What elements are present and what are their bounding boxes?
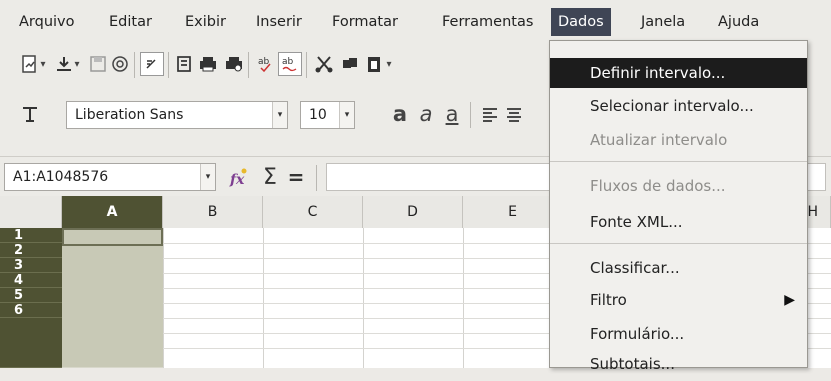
chevron-down-icon[interactable]: ▾ [200,164,215,190]
toolbar-separator [306,52,307,78]
menu-selecionar-intervalo[interactable]: Selecionar intervalo... [550,89,807,123]
menu-dados[interactable]: Dados [551,8,611,36]
font-name-combo[interactable]: Liberation Sans ▾ [66,101,288,129]
underline-icon[interactable]: a [440,102,464,126]
row-header-overflow [0,318,62,368]
print-icon[interactable] [196,52,220,76]
svg-text:ab: ab [282,57,294,67]
menu-filtro[interactable]: Filtro ▶ [550,283,807,317]
grid-line [263,228,264,368]
menu-subtotais[interactable]: Subtotais... [550,347,807,381]
column-header-b[interactable]: B [163,196,263,228]
row-header-3[interactable]: 3 [0,258,62,273]
menu-separator [550,243,807,244]
name-box[interactable]: A1:A1048576 ▾ [4,163,216,191]
menu-definir-intervalo[interactable]: Definir intervalo... [550,58,807,88]
menu-inserir[interactable]: Inserir [252,11,306,33]
dados-menu: Definir intervalo... Selecionar interval… [549,40,808,373]
menu-atualizar-intervalo[interactable]: Atualizar intervalo [550,123,807,157]
chevron-down-icon[interactable]: ▾ [272,102,287,128]
equals-icon[interactable]: = [284,165,308,189]
submenu-arrow-icon: ▶ [784,292,795,308]
select-all-corner[interactable] [0,196,62,228]
selected-column-a[interactable] [62,246,163,368]
grid-line [363,228,364,368]
toolbar-separator [168,52,169,78]
menu-fonte-xml[interactable]: Fonte XML... [550,205,807,239]
toolbar-separator [316,165,317,191]
print-preview-icon[interactable] [222,52,246,76]
chevron-down-icon[interactable]: ▾ [339,102,354,128]
italic-icon[interactable]: a [414,102,438,126]
column-header-a[interactable]: A [62,196,163,228]
menu-exibir[interactable]: Exibir [181,11,230,33]
align-center-icon[interactable] [502,102,526,126]
auto-spellcheck-icon[interactable]: ab [278,52,302,76]
menu-separator [550,161,807,162]
copy-icon[interactable] [338,52,362,76]
new-dropdown-icon[interactable]: ▾ [38,52,48,76]
menu-ajuda[interactable]: Ajuda [714,11,763,33]
column-header-e[interactable]: E [463,196,563,228]
toolbar-separator [134,52,135,78]
export-pdf-icon[interactable] [172,52,196,76]
font-size-combo[interactable]: 10 ▾ [300,101,355,129]
styles-icon[interactable] [18,102,42,126]
grid-line [163,228,164,368]
bold-icon[interactable]: a [388,102,412,126]
font-name-value: Liberation Sans [75,107,184,123]
grid-line [463,228,464,368]
paste-icon[interactable] [362,52,386,76]
row-header-5[interactable]: 5 [0,288,62,303]
email-icon[interactable] [108,52,132,76]
edit-mode-icon[interactable] [140,52,164,76]
open-dropdown-icon[interactable]: ▾ [72,52,82,76]
row-header-1[interactable]: 1 [0,228,62,243]
toolbar-separator [470,102,471,128]
column-header-c[interactable]: C [263,196,363,228]
svg-text:fx: fx [229,172,245,188]
toolbar-separator [248,52,249,78]
menu-janela[interactable]: Janela [637,11,689,33]
column-header-d[interactable]: D [363,196,463,228]
cut-icon[interactable] [312,52,336,76]
menu-formulario[interactable]: Formulário... [550,317,807,351]
row-header-6[interactable]: 6 [0,303,62,318]
row-header-4[interactable]: 4 [0,273,62,288]
function-wizard-icon[interactable]: fx [228,165,252,189]
menu-formatar[interactable]: Formatar [328,11,402,33]
cell-a1[interactable] [62,228,163,246]
save-icon[interactable] [86,52,110,76]
menu-arquivo[interactable]: Arquivo [15,11,79,33]
spelling-icon[interactable]: ab [254,52,278,76]
sum-icon[interactable]: Σ [258,165,282,190]
align-left-icon[interactable] [478,102,502,126]
font-size-value: 10 [309,107,327,123]
menu-fluxos-de-dados[interactable]: Fluxos de dados... [550,169,807,203]
menu-filtro-label: Filtro [590,291,627,309]
paste-dropdown-icon[interactable]: ▾ [384,52,394,76]
menu-bar: Arquivo Editar Exibir Inserir Formatar F… [0,0,831,42]
menu-ferramentas[interactable]: Ferramentas [438,11,537,33]
menu-classificar[interactable]: Classificar... [550,251,807,285]
menu-editar[interactable]: Editar [105,11,156,33]
row-header-2[interactable]: 2 [0,243,62,258]
name-box-value: A1:A1048576 [13,169,109,185]
